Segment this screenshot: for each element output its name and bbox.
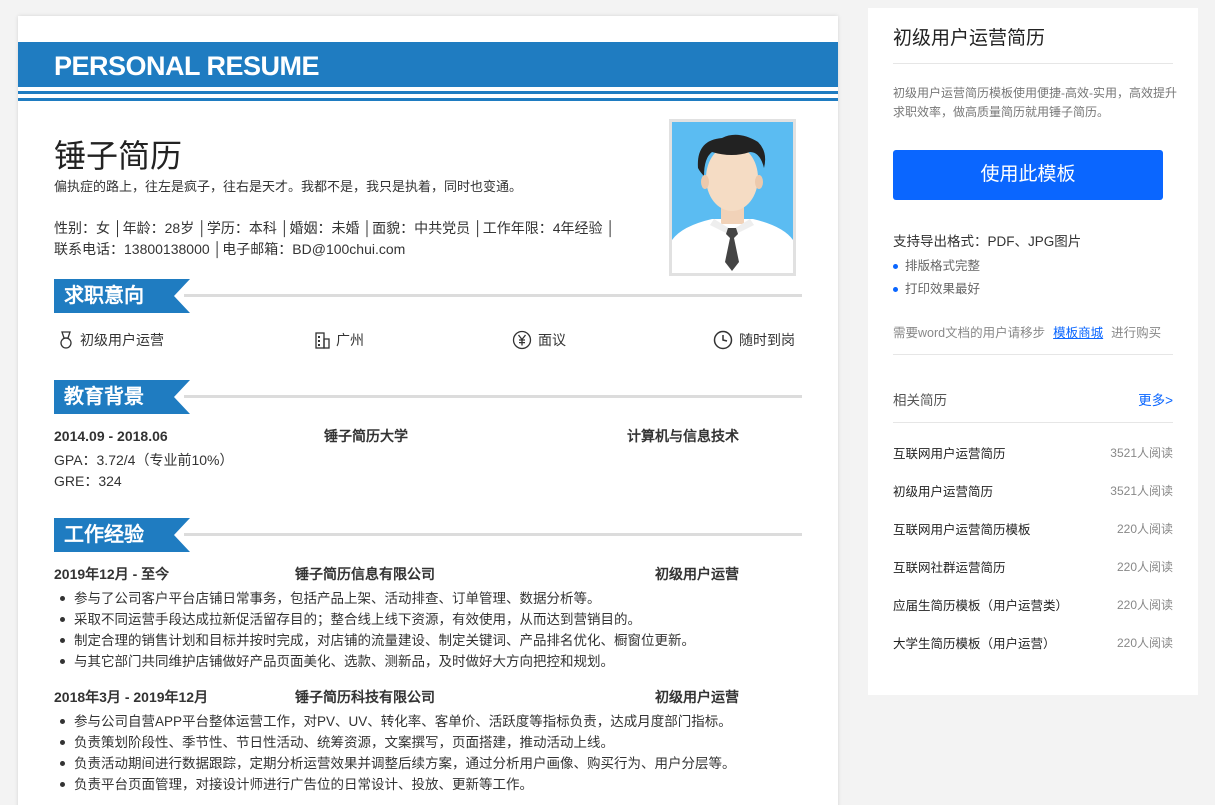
feature-text: 打印效果最好 — [905, 282, 981, 296]
candidate-motto: 偏执症的路上，往左是疯子，往右是天才。我都不是，我只是执着，同时也变通。 — [54, 179, 523, 194]
word-note-prefix: 需要word文档的用户请移步 — [893, 326, 1046, 340]
feature-text: 排版格式完整 — [905, 259, 981, 273]
job-duty-item: 参与公司自营APP平台整体运营工作，对PV、UV、转化率、客单价、活跃度等指标负… — [54, 711, 736, 732]
use-template-button[interactable]: 使用此模板 — [893, 150, 1163, 200]
header-rule — [18, 98, 838, 101]
education-gpa: GPA：3.72/4（专业前10%） — [54, 452, 234, 468]
job-role: 初级用户运营 — [655, 566, 739, 582]
template-title: 初级用户运营简历 — [893, 28, 1046, 49]
job-duty-item: 负责平台页面管理，对接设计师进行广告位的日常设计、投放、更新等工作。 — [54, 774, 736, 795]
read-count: 3521人阅读 — [1110, 483, 1173, 498]
intent-position: 初级用户运营 — [58, 329, 164, 351]
header-rule — [18, 91, 838, 94]
job-duty-item: 制定合理的销售计划和目标并按时完成，对店铺的流量建设、制定关键词、产品排名优化、… — [54, 630, 695, 651]
job-role: 初级用户运营 — [655, 689, 739, 705]
intent-city-text: 广州 — [336, 332, 364, 348]
job-duty-item: 参与了公司客户平台店铺日常事务，包括产品上架、活动排查、订单管理、数据分析等。 — [54, 588, 695, 609]
related-resume-title: 互联网用户运营简历模板 — [893, 522, 1031, 537]
resume-preview: PERSONAL RESUME 锤子简历 偏执症的路上，往左是疯子，往右是天才。… — [18, 16, 838, 805]
intent-availability: 随时到岗 — [713, 329, 795, 351]
related-resume-title: 初级用户运营简历 — [893, 484, 994, 499]
related-resume-item[interactable]: 互联网用户运营简历模板 220人阅读 — [893, 518, 1173, 538]
section-rule — [184, 533, 802, 536]
education-school: 锤子简历大学 — [324, 428, 408, 444]
template-store-link[interactable]: 模板商城 — [1053, 326, 1103, 340]
related-resume-item[interactable]: 互联网社群运营简历 220人阅读 — [893, 556, 1173, 576]
section-tag: 教育背景 — [54, 380, 190, 414]
export-formats: 支持导出格式：PDF、JPG图片 — [893, 234, 1082, 249]
template-description: 初级用户运营简历模板使用便捷-高效-实用，高效提升求职效率，做高质量简历就用锤子… — [893, 86, 1177, 119]
education-gre: GRE：324 — [54, 473, 122, 489]
divider — [893, 354, 1173, 355]
building-icon — [315, 332, 330, 349]
job-duty-item: 采取不同运营手段达成拉新促活留存目的；整合线上线下资源，有效使用，从而达到营销目… — [54, 609, 695, 630]
related-resume-item[interactable]: 互联网用户运营简历 3521人阅读 — [893, 442, 1173, 462]
education-period: 2014.09 - 2018.06 — [54, 428, 168, 444]
job-duty-item: 与其它部门共同维护店铺做好产品页面美化、选款、测新品，及时做好大方向把控和规划。 — [54, 651, 695, 672]
candidate-name: 锤子简历 — [54, 138, 183, 174]
section-title: 求职意向 — [64, 285, 144, 307]
profile-photo — [669, 119, 796, 276]
section-heading-work: 工作经验 — [54, 518, 802, 552]
job-duties-list: 参与了公司客户平台店铺日常事务，包括产品上架、活动排查、订单管理、数据分析等。 … — [54, 588, 695, 672]
section-heading-education: 教育背景 — [54, 380, 802, 414]
education-major: 计算机与信息技术 — [627, 428, 739, 444]
intent-salary: 面议 — [512, 329, 566, 351]
intent-position-text: 初级用户运营 — [80, 332, 164, 348]
clock-icon — [713, 330, 733, 350]
related-resume-title: 大学生简历模板（用户运营） — [893, 636, 1056, 651]
word-note-suffix: 进行购买 — [1111, 326, 1162, 340]
divider — [893, 422, 1173, 423]
job-duty-item: 负责活动期间进行数据跟踪，定期分析运营效果并调整后续方案，通过分析用户画像、购买… — [54, 753, 736, 774]
more-link[interactable]: 更多> — [1138, 391, 1173, 411]
job-company: 锤子简历信息有限公司 — [295, 566, 435, 582]
personal-info-line: 性别：女 │年龄：28岁 │学历：本科 │婚姻：未婚 │面貌：中共党员 │工作年… — [54, 220, 616, 236]
word-doc-note: 需要word文档的用户请移步 模板商城 进行购买 — [893, 324, 1161, 342]
medal-icon — [60, 331, 72, 349]
section-title: 教育背景 — [64, 386, 144, 408]
read-count: 3521人阅读 — [1110, 445, 1173, 460]
resume-header-title: PERSONAL RESUME — [54, 51, 320, 81]
intent-city: 广州 — [314, 329, 364, 351]
intent-availability-text: 随时到岗 — [739, 332, 795, 348]
related-resume-title: 应届生简历模板（用户运营类） — [893, 598, 1069, 613]
section-heading-intent: 求职意向 — [54, 279, 802, 313]
feature-item: 排版格式完整 — [893, 257, 980, 275]
divider — [893, 63, 1173, 64]
section-title: 工作经验 — [64, 524, 144, 546]
job-period: 2019年12月 - 至今 — [54, 566, 170, 582]
section-tag: 求职意向 — [54, 279, 190, 313]
related-resume-item[interactable]: 初级用户运营简历 3521人阅读 — [893, 480, 1173, 500]
read-count: 220人阅读 — [1116, 635, 1173, 650]
related-resume-item[interactable]: 应届生简历模板（用户运营类） 220人阅读 — [893, 594, 1173, 614]
section-rule — [184, 294, 802, 297]
section-tag: 工作经验 — [54, 518, 190, 552]
read-count: 220人阅读 — [1116, 521, 1173, 536]
contact-info-line: 联系电话：13800138000 │电子邮箱：BD@100chui.com — [54, 241, 406, 257]
feature-item: 打印效果最好 — [893, 280, 980, 298]
bullet-dot-icon — [893, 263, 898, 269]
related-resume-item[interactable]: 大学生简历模板（用户运营） 220人阅读 — [893, 632, 1173, 652]
related-resume-title: 互联网用户运营简历 — [893, 446, 1006, 461]
related-resume-title: 互联网社群运营简历 — [893, 560, 1006, 575]
job-period: 2018年3月 - 2019年12月 — [54, 689, 209, 705]
job-company: 锤子简历科技有限公司 — [295, 689, 435, 705]
related-resumes-title: 相关简历 — [893, 393, 947, 408]
intent-salary-text: 面议 — [538, 332, 566, 348]
job-duty-item: 负责策划阶段性、季节性、节日性活动、统筹资源，文案撰写，页面搭建，推动活动上线。 — [54, 732, 736, 753]
read-count: 220人阅读 — [1116, 559, 1173, 574]
yuan-icon — [512, 330, 532, 350]
template-info-panel: 初级用户运营简历 初级用户运营简历模板使用便捷-高效-实用，高效提升求职效率，做… — [868, 8, 1198, 695]
section-rule — [184, 395, 802, 398]
job-duties-list: 参与公司自营APP平台整体运营工作，对PV、UV、转化率、客单价、活跃度等指标负… — [54, 711, 736, 795]
bullet-dot-icon — [893, 286, 898, 292]
read-count: 220人阅读 — [1116, 597, 1173, 612]
